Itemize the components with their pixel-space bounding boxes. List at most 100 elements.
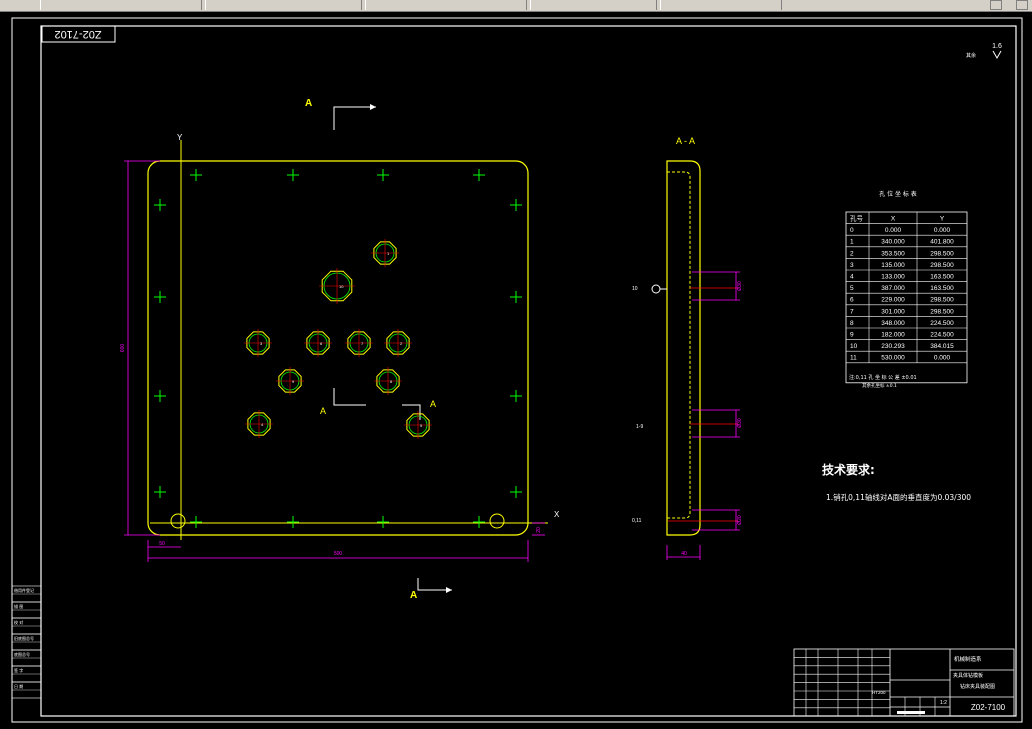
section-line-top — [333, 106, 376, 130]
title-material: HT200 — [872, 690, 886, 695]
coord-table-cell: 8 — [850, 320, 854, 327]
hole-9[interactable]: 9 — [276, 367, 304, 395]
side-label-bot: 0,11 — [632, 518, 642, 524]
side-block-label: 签 字 — [14, 667, 23, 673]
coord-table-cell: 7 — [850, 308, 854, 315]
cad-drawing-canvas[interactable]: Z02-7102 1.6 其余 A A A A Y X 1234 56 78910 — [0, 11, 1032, 729]
window-close-button[interactable] — [1016, 0, 1028, 10]
section-view-inner — [667, 171, 691, 519]
outer-frame — [11, 17, 1023, 723]
section-title: A - A — [676, 136, 695, 146]
roughness-icon — [992, 50, 1002, 60]
screw-marks — [154, 169, 522, 528]
plate-outline[interactable] — [147, 160, 529, 536]
hole-7[interactable]: 7 — [345, 329, 373, 357]
drawing-number-top: Z02-7102 — [54, 28, 101, 40]
dimension-lines — [124, 160, 701, 562]
dim-offset-right: 20 — [536, 527, 542, 533]
coord-table-cell: 230.293 — [881, 343, 905, 350]
hole-2[interactable]: 2 — [384, 329, 412, 357]
section-line-mid-left — [333, 388, 366, 406]
hole-label: 1 — [387, 251, 390, 256]
section-mark-bottom: A — [410, 590, 417, 601]
hole-dim-3: Ø20 — [737, 515, 743, 525]
title-scale-bar — [897, 711, 925, 714]
section-line-mid-right — [402, 404, 421, 420]
coord-table-cell: 2 — [850, 250, 854, 257]
side-block-label: 底图总号 — [14, 651, 30, 657]
hole-label: 5 — [420, 423, 423, 428]
toolbar-tab[interactable] — [40, 0, 202, 10]
coord-table-footnote-2: 其余孔坐标 ±0.1 — [862, 382, 897, 389]
hole-label: 2 — [400, 341, 403, 346]
coord-table-cell: 298.500 — [930, 297, 954, 304]
coord-table-cell: 401.800 — [930, 239, 954, 246]
arrow-icon — [446, 587, 452, 593]
hole-10[interactable]: 10 — [319, 268, 355, 304]
coord-table-header: 孔号 — [850, 215, 864, 223]
hole-dim-2: Ø30 — [737, 418, 743, 428]
hole-1[interactable]: 1 — [371, 239, 399, 267]
hole-6[interactable]: 6 — [304, 329, 332, 357]
section-view-outline[interactable] — [666, 160, 701, 536]
side-label-mid: 1-9 — [636, 424, 643, 430]
coord-table-cell: 0.000 — [934, 355, 951, 362]
coord-table-cell: 1 — [850, 239, 854, 246]
title-scale: 1:2 — [940, 700, 947, 706]
hole-label: 10 — [339, 284, 344, 289]
coord-table-cell: 384.015 — [930, 343, 954, 350]
axis-x-label: X — [554, 510, 560, 519]
hole-label: 9 — [292, 379, 295, 384]
title-part-name-2: 钻床夹具装配图 — [960, 683, 995, 690]
section-hole-centers — [668, 287, 738, 522]
dim-thickness: 40 — [681, 551, 687, 557]
coord-table-cell: 9 — [850, 332, 854, 339]
coord-table-cell: 298.500 — [930, 262, 954, 269]
coord-table-cell: 163.500 — [930, 285, 954, 292]
toolbar-tab[interactable] — [365, 0, 527, 10]
hole-8[interactable]: 8 — [374, 367, 402, 395]
coord-table-cell: 10 — [850, 343, 858, 350]
drawing-number-bottom: Z02-7100 — [971, 703, 1006, 712]
pin-hole-11[interactable] — [489, 513, 505, 529]
hole-3[interactable]: 3 — [244, 329, 272, 357]
toolbar-tab[interactable] — [530, 0, 657, 10]
hole-4[interactable]: 4 — [245, 410, 273, 438]
coord-table-cell: 340.000 — [881, 239, 905, 246]
window-minimize-button[interactable] — [990, 0, 1002, 10]
arrow-icon — [370, 104, 376, 110]
side-block-label: 借用件登记 — [14, 587, 34, 593]
coord-table-cell: 4 — [850, 274, 854, 281]
hole-label: 3 — [260, 341, 263, 346]
pin-hole-0[interactable] — [170, 513, 186, 529]
hole-5[interactable]: 5 — [404, 411, 432, 439]
toolbar-tab[interactable] — [205, 0, 362, 10]
hole-label: 8 — [390, 379, 393, 384]
coord-table-cell: 301.000 — [881, 308, 905, 315]
datum-a-icon — [651, 284, 661, 294]
title-part-name-1: 夹具体钻模板 — [953, 672, 983, 679]
title-org: 机械制造系 — [954, 655, 982, 663]
holes-group: 1 2 3 4 5 6 7 8 9 10 — [244, 239, 432, 439]
tech-req-note: 1.销孔0,11轴线对A面的垂直度为0.03/300 — [826, 492, 971, 502]
coord-table-cell: 298.500 — [930, 308, 954, 315]
axis-y-label: Y — [177, 133, 183, 142]
coord-table-cell: 6 — [850, 297, 854, 304]
coord-table-cell: 387.000 — [881, 285, 905, 292]
side-block-label: 旧底图总号 — [14, 635, 34, 641]
tech-req-title: 技术要求: — [822, 462, 875, 477]
section-mark-mid-left: A — [320, 406, 326, 416]
coord-table-cell: 133.000 — [881, 274, 905, 281]
roughness-note: 其余 — [966, 52, 976, 59]
hole-label: 4 — [261, 422, 264, 427]
coord-table-cell: 348.000 — [881, 320, 905, 327]
roughness-value: 1.6 — [992, 43, 1002, 50]
side-label-top: 10 — [632, 286, 638, 292]
coord-table-cell: 530.000 — [881, 355, 905, 362]
coord-table-cell: 11 — [850, 355, 857, 362]
section-hole-dims — [692, 271, 740, 531]
toolbar-tab[interactable] — [660, 0, 782, 10]
coord-table-header: X — [891, 216, 896, 223]
side-block-label: 描 图 — [14, 603, 23, 609]
coord-table-cell: 224.500 — [930, 320, 954, 327]
